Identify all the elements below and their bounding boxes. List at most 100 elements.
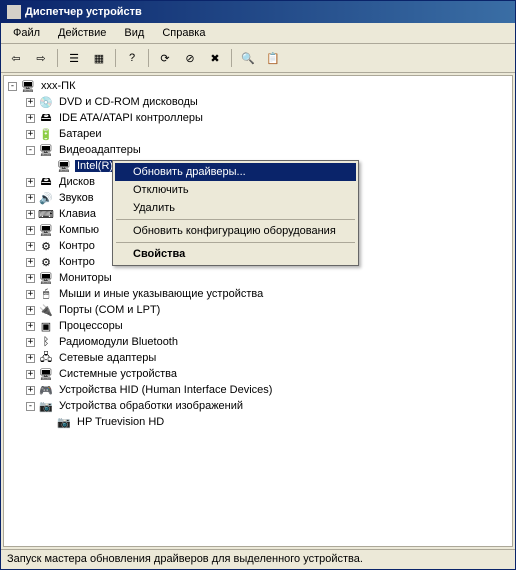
toolbar: ⇦ ⇨ ☰ ▦ ? ⟳ ⊘ ✖ 🔍 📋	[1, 44, 515, 73]
ctx-update-drivers[interactable]: Обновить драйверы...	[115, 163, 356, 181]
device-icon: 🔋	[38, 126, 54, 142]
window-title: Диспетчер устройств	[25, 6, 142, 18]
disable-button[interactable]: ⊘	[179, 47, 201, 69]
expander-icon[interactable]: +	[26, 274, 35, 283]
node-label[interactable]: Дисков	[57, 176, 97, 188]
expander-icon[interactable]: +	[26, 194, 35, 203]
expander-icon[interactable]: +	[26, 114, 35, 123]
expander-icon[interactable]: +	[26, 210, 35, 219]
computer-icon: 🖥	[20, 78, 36, 94]
tree-node[interactable]: +🎮Устройства HID (Human Interface Device…	[4, 382, 512, 398]
tree-node[interactable]: +🖱Мыши и иные указывающие устройства	[4, 286, 512, 302]
toolbar-separator	[115, 49, 116, 67]
tree-node[interactable]: +🖥Системные устройства	[4, 366, 512, 382]
expander-icon[interactable]: +	[26, 290, 35, 299]
expander-icon[interactable]: +	[26, 258, 35, 267]
expander-icon[interactable]: +	[26, 130, 35, 139]
node-label[interactable]: Процессоры	[57, 320, 125, 332]
ctx-properties[interactable]: Свойства	[115, 245, 356, 263]
expander-icon[interactable]: +	[26, 306, 35, 315]
node-label[interactable]: Устройства HID (Human Interface Devices)	[57, 384, 274, 396]
forward-button[interactable]: ⇨	[30, 47, 52, 69]
ctx-delete[interactable]: Удалить	[115, 199, 356, 217]
expander-icon[interactable]: +	[26, 370, 35, 379]
node-label[interactable]: Порты (COM и LPT)	[57, 304, 162, 316]
expander-icon[interactable]: +	[26, 226, 35, 235]
device-icon: 🖥	[38, 366, 54, 382]
detail-view-button[interactable]: ▦	[88, 47, 110, 69]
menu-view[interactable]: Вид	[116, 25, 152, 41]
menu-help[interactable]: Справка	[154, 25, 213, 41]
app-icon	[7, 5, 21, 19]
ctx-refresh-config[interactable]: Обновить конфигурацию оборудования	[115, 222, 356, 240]
tree-node[interactable]: +🖧Сетевые адаптеры	[4, 350, 512, 366]
expander-icon[interactable]: -	[8, 82, 17, 91]
device-icon: 🖴	[38, 110, 54, 126]
toolbar-separator	[57, 49, 58, 67]
device-icon: ⚙	[38, 254, 54, 270]
node-label[interactable]: DVD и CD-ROM дисководы	[57, 96, 200, 108]
node-label[interactable]: Компью	[57, 224, 101, 236]
device-icon: 🖥	[38, 222, 54, 238]
uninstall-button[interactable]: ✖	[204, 47, 226, 69]
device-icon: 🎮	[38, 382, 54, 398]
tree-node[interactable]: -📷Устройства обработки изображений	[4, 398, 512, 414]
tree-root[interactable]: - 🖥 xxx-ПК	[4, 78, 512, 94]
expander-icon[interactable]: +	[26, 386, 35, 395]
tree-node[interactable]: +ᛒРадиомодули Bluetooth	[4, 334, 512, 350]
device-icon: 🖥	[56, 158, 72, 174]
node-label[interactable]: Радиомодули Bluetooth	[57, 336, 180, 348]
menu-action[interactable]: Действие	[50, 25, 114, 41]
tree-node[interactable]: 📷HP Truevision HD	[4, 414, 512, 430]
node-label[interactable]: Устройства обработки изображений	[57, 400, 245, 412]
ctx-separator	[116, 219, 355, 220]
device-icon: 🖱	[38, 286, 54, 302]
node-label[interactable]: Мыши и иные указывающие устройства	[57, 288, 265, 300]
expander-icon[interactable]: +	[26, 354, 35, 363]
expander-icon[interactable]: +	[26, 242, 35, 251]
statusbar: Запуск мастера обновления драйверов для …	[1, 549, 515, 569]
node-label[interactable]: Мониторы	[57, 272, 114, 284]
node-label[interactable]: Клавиа	[57, 208, 98, 220]
tree-node[interactable]: +🖴IDE ATA/ATAPI контроллеры	[4, 110, 512, 126]
tree-node[interactable]: +🖥Мониторы	[4, 270, 512, 286]
tree-node[interactable]: +🔋Батареи	[4, 126, 512, 142]
expander-icon[interactable]: -	[26, 402, 35, 411]
node-label[interactable]: Системные устройства	[57, 368, 179, 380]
scan-hardware-button[interactable]: 🔍	[237, 47, 259, 69]
device-tree[interactable]: - 🖥 xxx-ПК +💿DVD и CD-ROM дисководы+🖴IDE…	[3, 75, 513, 547]
expander-icon[interactable]: +	[26, 178, 35, 187]
node-label[interactable]: Звуков	[57, 192, 96, 204]
device-icon: ▣	[38, 318, 54, 334]
update-driver-button[interactable]: ⟳	[154, 47, 176, 69]
device-icon: 📷	[56, 414, 72, 430]
node-label[interactable]: IDE ATA/ATAPI контроллеры	[57, 112, 205, 124]
toolbar-separator	[148, 49, 149, 67]
ctx-separator	[116, 242, 355, 243]
menu-file[interactable]: Файл	[5, 25, 48, 41]
tree-node[interactable]: +💿DVD и CD-ROM дисководы	[4, 94, 512, 110]
expander-icon[interactable]: +	[26, 98, 35, 107]
menubar: Файл Действие Вид Справка	[1, 23, 515, 44]
tree-node[interactable]: +▣Процессоры	[4, 318, 512, 334]
node-label[interactable]: Видеоадаптеры	[57, 144, 143, 156]
expander-icon[interactable]: +	[26, 322, 35, 331]
node-label[interactable]: Батареи	[57, 128, 104, 140]
node-label[interactable]: Контро	[57, 256, 97, 268]
root-label[interactable]: xxx-ПК	[39, 80, 77, 92]
ctx-disable[interactable]: Отключить	[115, 181, 356, 199]
expander-icon[interactable]: -	[26, 146, 35, 155]
device-icon: 🔌	[38, 302, 54, 318]
back-button[interactable]: ⇦	[5, 47, 27, 69]
titlebar: Диспетчер устройств	[1, 1, 515, 23]
expander-icon[interactable]: +	[26, 338, 35, 347]
node-label[interactable]: Контро	[57, 240, 97, 252]
node-label[interactable]: HP Truevision HD	[75, 416, 166, 428]
list-view-button[interactable]: ☰	[63, 47, 85, 69]
tree-node[interactable]: -🖥Видеоадаптеры	[4, 142, 512, 158]
node-label[interactable]: Сетевые адаптеры	[57, 352, 158, 364]
tree-node[interactable]: +🔌Порты (COM и LPT)	[4, 302, 512, 318]
properties-button[interactable]: 📋	[262, 47, 284, 69]
help-button[interactable]: ?	[121, 47, 143, 69]
device-icon: 🔊	[38, 190, 54, 206]
